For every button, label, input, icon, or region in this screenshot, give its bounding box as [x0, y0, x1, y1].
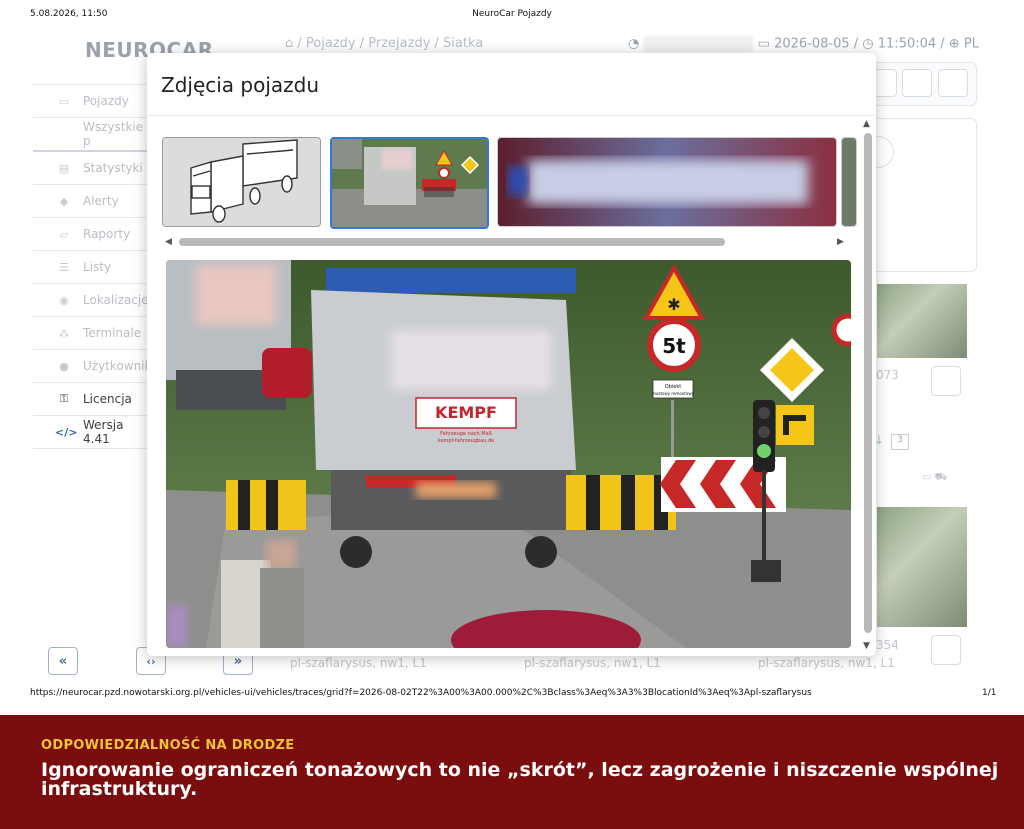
modal-header: Zdjęcia pojazdu	[147, 53, 876, 116]
sidebar-item-terminale[interactable]: ⁂ Terminale	[33, 316, 153, 349]
clock-icon: ◷	[862, 36, 874, 52]
grid-checkbox-2[interactable]	[931, 635, 961, 665]
language-selector[interactable]: PL	[964, 37, 979, 52]
print-page-number: 1/1	[982, 688, 997, 698]
breadcrumb-item-przejazdy[interactable]: Przejazdy	[368, 36, 430, 51]
thumbnail-photo-rear[interactable]	[330, 137, 489, 229]
thumbnail-next-partial[interactable]	[841, 137, 857, 227]
grid-count: 3	[891, 434, 909, 450]
truck-brand-url: kempf-fahrzeugbau.de	[438, 438, 494, 444]
weight-limit-sign: 5t	[662, 334, 686, 358]
sidebar-item-alerty[interactable]: ◆ Alerty	[33, 184, 153, 217]
sidebar-item-listy[interactable]: ☰ Listy	[33, 250, 153, 283]
user-icon: ◔	[628, 36, 640, 52]
sidebar-item-uzytkownicy[interactable]: ● Użytkownik	[33, 349, 153, 382]
grid-photo-1[interactable]	[877, 284, 967, 358]
snowflake-icon: ✱	[667, 295, 680, 314]
code-icon: </>	[55, 425, 78, 439]
grid-class-icons: ▭ ⛟	[922, 472, 948, 483]
grid-photo-2[interactable]	[877, 507, 967, 627]
sidebar: ▭ Pojazdy Wszystkie p ▤ Statystyki ◆ Alerty…	[33, 84, 153, 449]
scroll-up-arrow-icon[interactable]: ▲	[863, 119, 870, 129]
scroll-right-arrow-icon[interactable]: ▶	[837, 237, 844, 247]
pager-first-button[interactable]: «	[48, 647, 78, 675]
top-info: ◔ ▭ 2026-08-05 / ◷ 11:50:04 / ⊕ PL	[628, 36, 979, 52]
print-url: https://neurocar.pzd.nowotarski.org.pl/v…	[30, 688, 812, 698]
globe-icon: ⊕	[948, 36, 960, 52]
sidebar-item-pojazdy[interactable]: ▭ Pojazdy	[33, 84, 153, 117]
grid-id-2: 354	[876, 638, 899, 652]
license-plate-blurred	[498, 138, 836, 226]
breadcrumb-item-siatka: Siatka	[443, 36, 484, 51]
sidebar-item-raporty[interactable]: ▱ Raporty	[33, 217, 153, 250]
thumbnail-vehicle-class[interactable]	[162, 137, 321, 227]
chart-icon: ▤	[58, 161, 70, 175]
network-icon: ⁂	[58, 326, 70, 340]
banner-body: Ignorowanie ograniczeń tonażowych to nie…	[41, 759, 999, 800]
sidebar-item-lokalizacje[interactable]: ◉ Lokalizacje	[33, 283, 153, 316]
modal-title: Zdjęcia pojazdu	[161, 73, 320, 97]
modal-scrollbar[interactable]	[864, 133, 872, 633]
home-icon[interactable]: ⌂	[285, 36, 293, 51]
grid-location-1: pl-szaflarysus, nw1, L1	[290, 656, 427, 670]
user-name-blurred[interactable]	[643, 36, 754, 52]
breadcrumb-item-pojazdy[interactable]: Pojazdy	[306, 36, 356, 51]
truck-brand-text: KEMPF	[435, 403, 497, 422]
thumbnail-scrollbar[interactable]	[179, 238, 725, 246]
toolbar-button-2[interactable]	[902, 69, 932, 97]
truck-outline-icon	[163, 138, 320, 226]
caption-banner: ODPOWIEDZIALNOŚĆ NA DRODZE Ignorowanie o…	[0, 715, 1024, 829]
plaque-line-1: Obiekt	[665, 384, 681, 390]
truck-brand-subtext: Fahrzeuge nach Maß	[440, 431, 492, 437]
bell-icon: ◆	[59, 194, 69, 208]
banner-heading: ODPOWIEDZIALNOŚĆ NA DRODZE	[41, 738, 295, 753]
calendar-icon: ▭	[757, 36, 770, 52]
pin-icon: ◉	[59, 293, 69, 307]
thumbnail-license-plate[interactable]	[497, 137, 837, 227]
grid-location-3: pl-szaflarysus, nw1, L1	[758, 656, 895, 670]
grid-id-1: 073	[876, 368, 899, 382]
scroll-left-arrow-icon[interactable]: ◀	[165, 237, 172, 247]
vehicle-photos-modal: Zdjęcia pojazdu ◀ ▶ KEMPF Fahrzeuge nach…	[147, 53, 876, 656]
current-time: 11:50:04	[877, 36, 937, 52]
sidebar-item-licencja[interactable]: ⚿ Licencja	[33, 382, 153, 415]
key-icon: ⚿	[59, 392, 69, 405]
list-icon: ☰	[59, 260, 69, 274]
grid-location-2: pl-szaflarysus, nw1, L1	[524, 656, 661, 670]
grid-checkbox-1[interactable]	[931, 366, 961, 396]
truck-photo-thumbnail	[332, 139, 487, 227]
plaque-line-2: mostowy remontowy	[652, 391, 695, 396]
print-title: NeuroCar Pojazdy	[472, 9, 552, 19]
toolbar-button-3[interactable]	[938, 69, 968, 97]
user-icon: ●	[59, 359, 69, 373]
main-vehicle-photo: KEMPF Fahrzeuge nach Maß kempf-fahrzeugb…	[166, 260, 851, 648]
car-icon: ▭	[58, 94, 70, 108]
breadcrumb: ⌂ / Pojazdy / Przejazdy / Siatka	[285, 36, 484, 51]
sidebar-item-statystyki[interactable]: ▤ Statystyki	[33, 150, 153, 184]
scroll-down-arrow-icon[interactable]: ▼	[863, 641, 870, 651]
sidebar-item-wersja[interactable]: </> Wersja 4.41	[33, 415, 153, 449]
current-date: 2026-08-05	[774, 36, 850, 52]
report-icon: ▱	[59, 227, 69, 241]
sidebar-item-wszystkie[interactable]: Wszystkie p	[33, 117, 153, 150]
truck-scene-photo: KEMPF Fahrzeuge nach Maß kempf-fahrzeugb…	[166, 260, 851, 648]
